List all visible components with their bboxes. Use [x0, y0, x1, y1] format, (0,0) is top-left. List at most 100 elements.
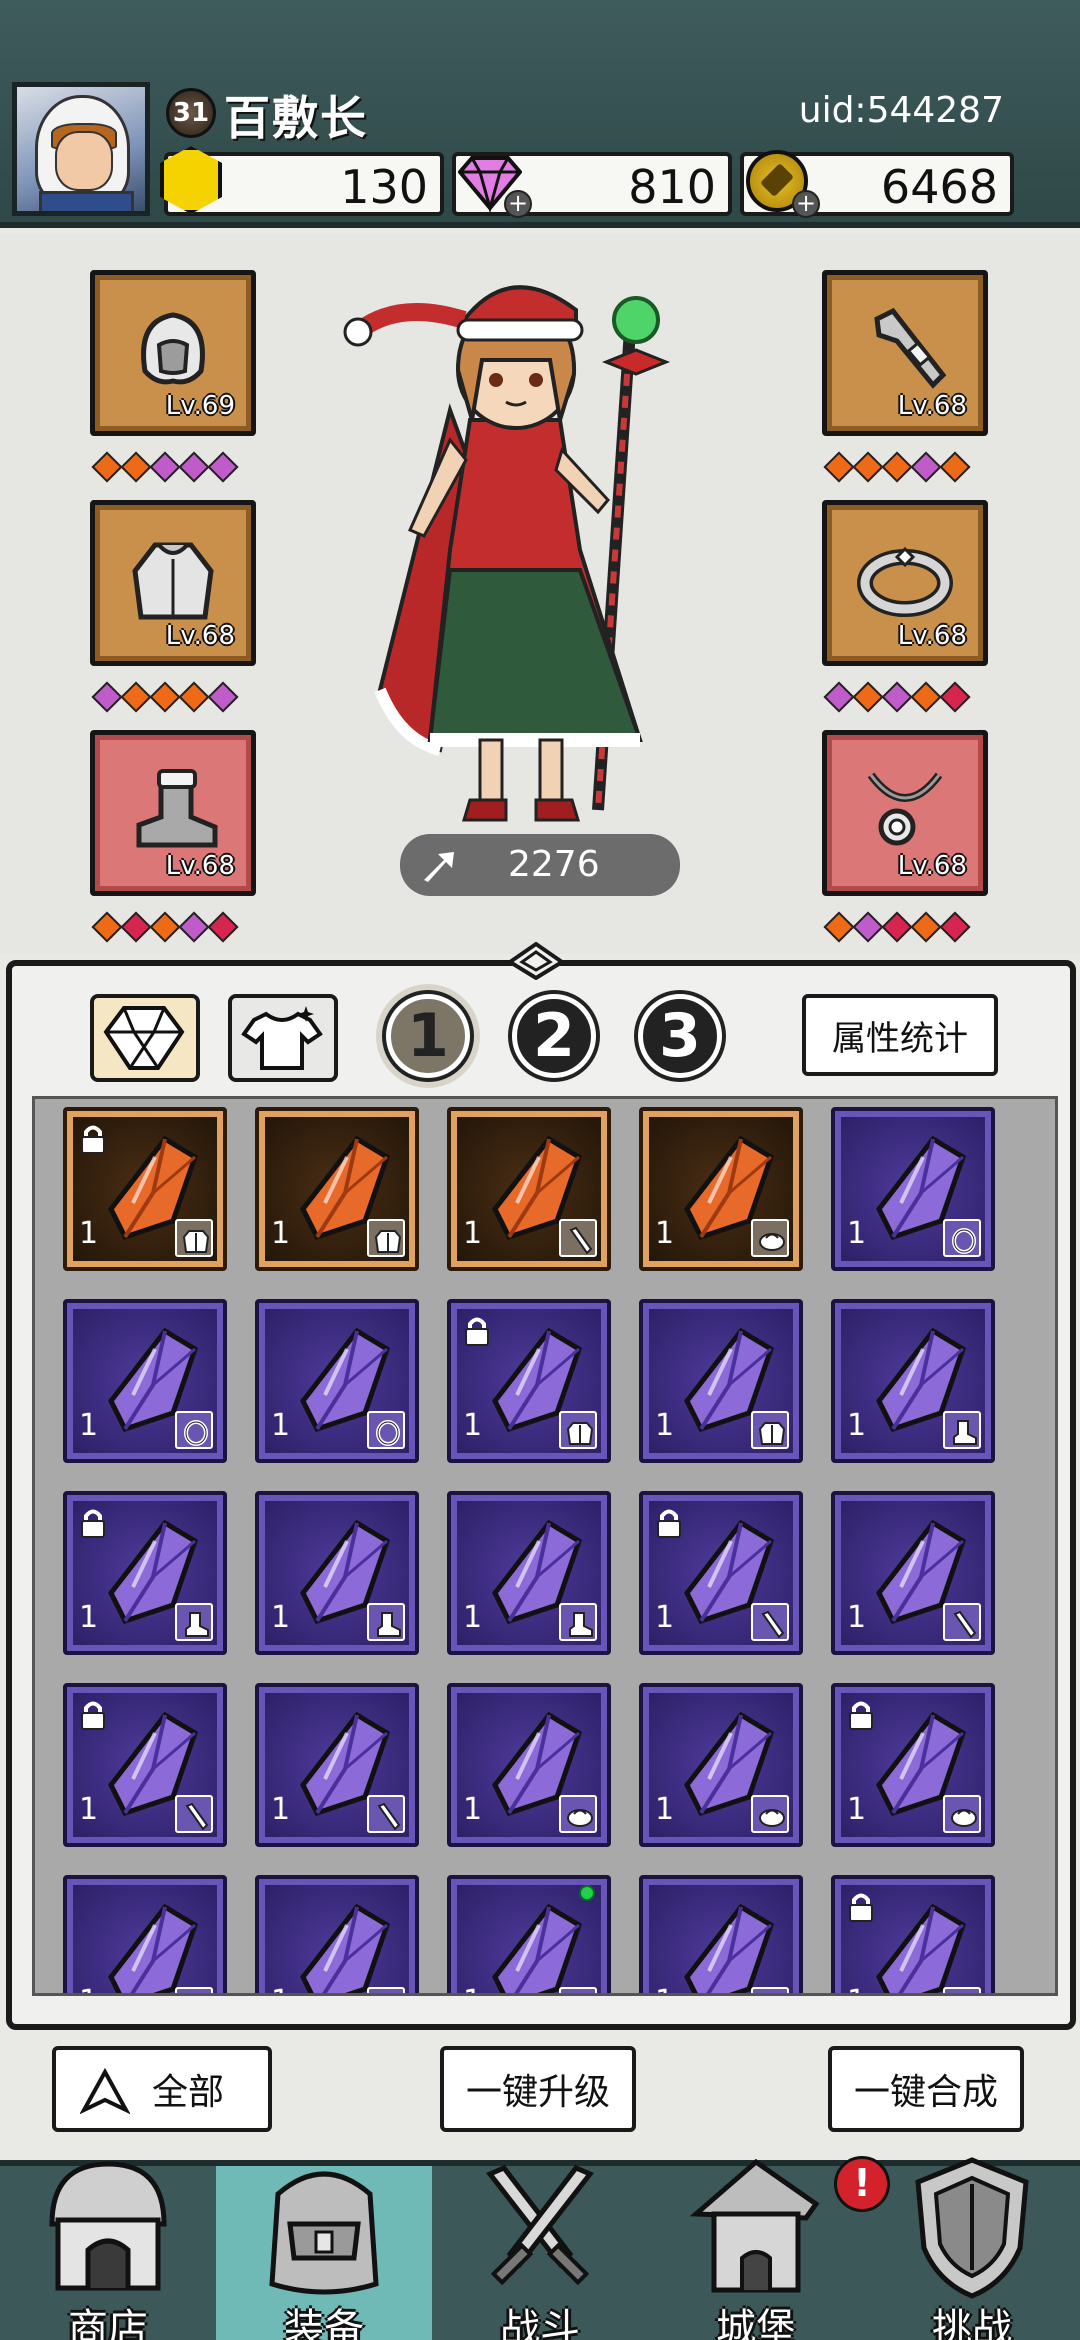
- armor-type-icon: [175, 1219, 213, 1257]
- gem-socket: [823, 681, 855, 713]
- inventory-item[interactable]: 1: [255, 1875, 419, 1993]
- nav-challenge[interactable]: 挑战: [864, 2157, 1080, 2340]
- add-coin-icon[interactable]: +: [792, 190, 820, 218]
- gem-socket: [149, 681, 181, 713]
- nav-battle[interactable]: 战斗: [432, 2164, 648, 2340]
- item-quantity: 1: [271, 1408, 291, 1443]
- nav-equipment[interactable]: 装备: [216, 2166, 432, 2340]
- inventory-item[interactable]: 1: [831, 1107, 995, 1271]
- panel-notch-ornament: [506, 941, 566, 980]
- upgrade-all-button[interactable]: 一键升级: [440, 2046, 636, 2132]
- inventory-item[interactable]: 1: [63, 1683, 227, 1847]
- gem-socket: [149, 451, 181, 483]
- crystal-icon: [684, 1903, 775, 1993]
- inventory-item[interactable]: 1: [639, 1299, 803, 1463]
- item-quantity: 1: [79, 1216, 99, 1251]
- gem-socket: [178, 911, 210, 943]
- boots-slot[interactable]: Lv.68: [90, 730, 256, 896]
- gem-socket: [178, 681, 210, 713]
- inventory-item[interactable]: 1: [639, 1683, 803, 1847]
- armor-type-icon: [367, 1219, 405, 1257]
- inventory-item[interactable]: 1: [63, 1491, 227, 1655]
- page-tab-2[interactable]: 2: [512, 994, 596, 1078]
- item-quantity: 1: [847, 1600, 867, 1635]
- gem-socket: [120, 681, 152, 713]
- hood-icon: [141, 312, 205, 385]
- weapon-type-icon: [559, 1219, 597, 1257]
- armor-level: Lv.68: [165, 621, 235, 651]
- inventory-item[interactable]: 1: [639, 1107, 803, 1271]
- inventory-item[interactable]: 1: [447, 1299, 611, 1463]
- nav-castle[interactable]: 城堡: [648, 2158, 864, 2340]
- attribute-stats-button[interactable]: 属性统计: [802, 994, 998, 1076]
- lock-icon: [81, 1509, 105, 1538]
- item-quantity: 1: [271, 1216, 291, 1251]
- inventory-item[interactable]: 1: [255, 1299, 419, 1463]
- inventory-item[interactable]: 1: [63, 1299, 227, 1463]
- inventory-item[interactable]: 1: [447, 1491, 611, 1655]
- gem-tab-button[interactable]: [90, 994, 200, 1082]
- gold-resource: 130: [160, 146, 444, 216]
- item-quantity: 1: [271, 1600, 291, 1635]
- ring-type-icon: [943, 1219, 981, 1257]
- page-tab-3[interactable]: 3: [638, 994, 722, 1078]
- gem-socket: [881, 451, 913, 483]
- gem-socket: [852, 681, 884, 713]
- equipment-tab-button[interactable]: [228, 994, 338, 1082]
- inventory-item[interactable]: 1: [63, 1875, 227, 1993]
- inventory-item[interactable]: 1: [447, 1875, 611, 1993]
- gem-socket: [939, 681, 971, 713]
- inventory-item[interactable]: 1: [255, 1107, 419, 1271]
- helmet-slot[interactable]: Lv.69: [90, 270, 256, 436]
- hero-character[interactable]: [340, 270, 720, 830]
- item-quantity: 1: [655, 1408, 675, 1443]
- item-quantity: 1: [271, 1792, 291, 1827]
- necklace-gem-row: [823, 911, 971, 943]
- inventory-item[interactable]: 1: [255, 1683, 419, 1847]
- inventory-item[interactable]: 1: [639, 1875, 803, 1993]
- item-quantity: 1: [79, 1408, 99, 1443]
- necklace-slot[interactable]: Lv.68: [822, 730, 988, 896]
- item-quantity: 1: [79, 1984, 98, 1993]
- inventory-grid: 1 1 1 1 1 1 1 1 1 1 1 1 1 1 1 1 1 1 1 1 1 1 1 1 1: [63, 1107, 995, 1993]
- ring-slot[interactable]: Lv.68: [822, 500, 988, 666]
- gold-hexagon-icon: [160, 146, 222, 214]
- item-quantity: 1: [463, 1792, 483, 1827]
- combat-power-pill: 2276: [400, 834, 680, 896]
- gem-socket: [207, 681, 239, 713]
- item-quantity: 1: [463, 1408, 483, 1443]
- add-diamond-icon[interactable]: +: [504, 190, 532, 218]
- player-title: 百敷长: [224, 91, 368, 145]
- diamond-resource[interactable]: + 810: [452, 152, 732, 218]
- inventory-item[interactable]: 1: [831, 1683, 995, 1847]
- item-quantity: 1: [655, 1600, 675, 1635]
- page-tab-1[interactable]: 1: [386, 994, 470, 1078]
- player-avatar[interactable]: [12, 82, 150, 216]
- inventory-item[interactable]: 1: [447, 1683, 611, 1847]
- inventory-grid-scroll[interactable]: 1 1 1 1 1 1 1 1 1 1 1 1 1 1 1 1 1 1 1 1 1 1 1 1 1: [32, 1096, 1058, 1996]
- crystal-icon: [492, 1903, 583, 1993]
- armor-slot[interactable]: Lv.68: [90, 500, 256, 666]
- inventory-item[interactable]: 1: [255, 1491, 419, 1655]
- inventory-item[interactable]: 1: [63, 1107, 227, 1271]
- boots-type-icon: [943, 1411, 981, 1449]
- filter-all-button[interactable]: 全部: [52, 2046, 272, 2132]
- new-item-dot: [579, 1885, 595, 1901]
- swords-icon: [486, 2164, 594, 2286]
- player-level-badge: 31: [166, 88, 216, 138]
- inventory-item[interactable]: 1: [639, 1491, 803, 1655]
- inventory-item[interactable]: 1: [447, 1107, 611, 1271]
- weapon-type-icon: [367, 1795, 405, 1833]
- lock-icon: [465, 1317, 489, 1346]
- coin-resource[interactable]: + 6468: [740, 150, 1014, 218]
- weapon-slot[interactable]: Lv.68: [822, 270, 988, 436]
- inventory-item[interactable]: 1: [831, 1491, 995, 1655]
- merge-all-button[interactable]: 一键合成: [828, 2046, 1024, 2132]
- nav-shop[interactable]: 商店: [0, 2161, 216, 2340]
- inventory-item[interactable]: 1: [831, 1299, 995, 1463]
- shop-icon: [49, 2161, 167, 2291]
- boot-icon: [136, 769, 218, 848]
- item-quantity: 1: [463, 1984, 482, 1993]
- inventory-item[interactable]: 1: [831, 1875, 995, 1993]
- castle-alert-badge: !: [834, 2156, 890, 2212]
